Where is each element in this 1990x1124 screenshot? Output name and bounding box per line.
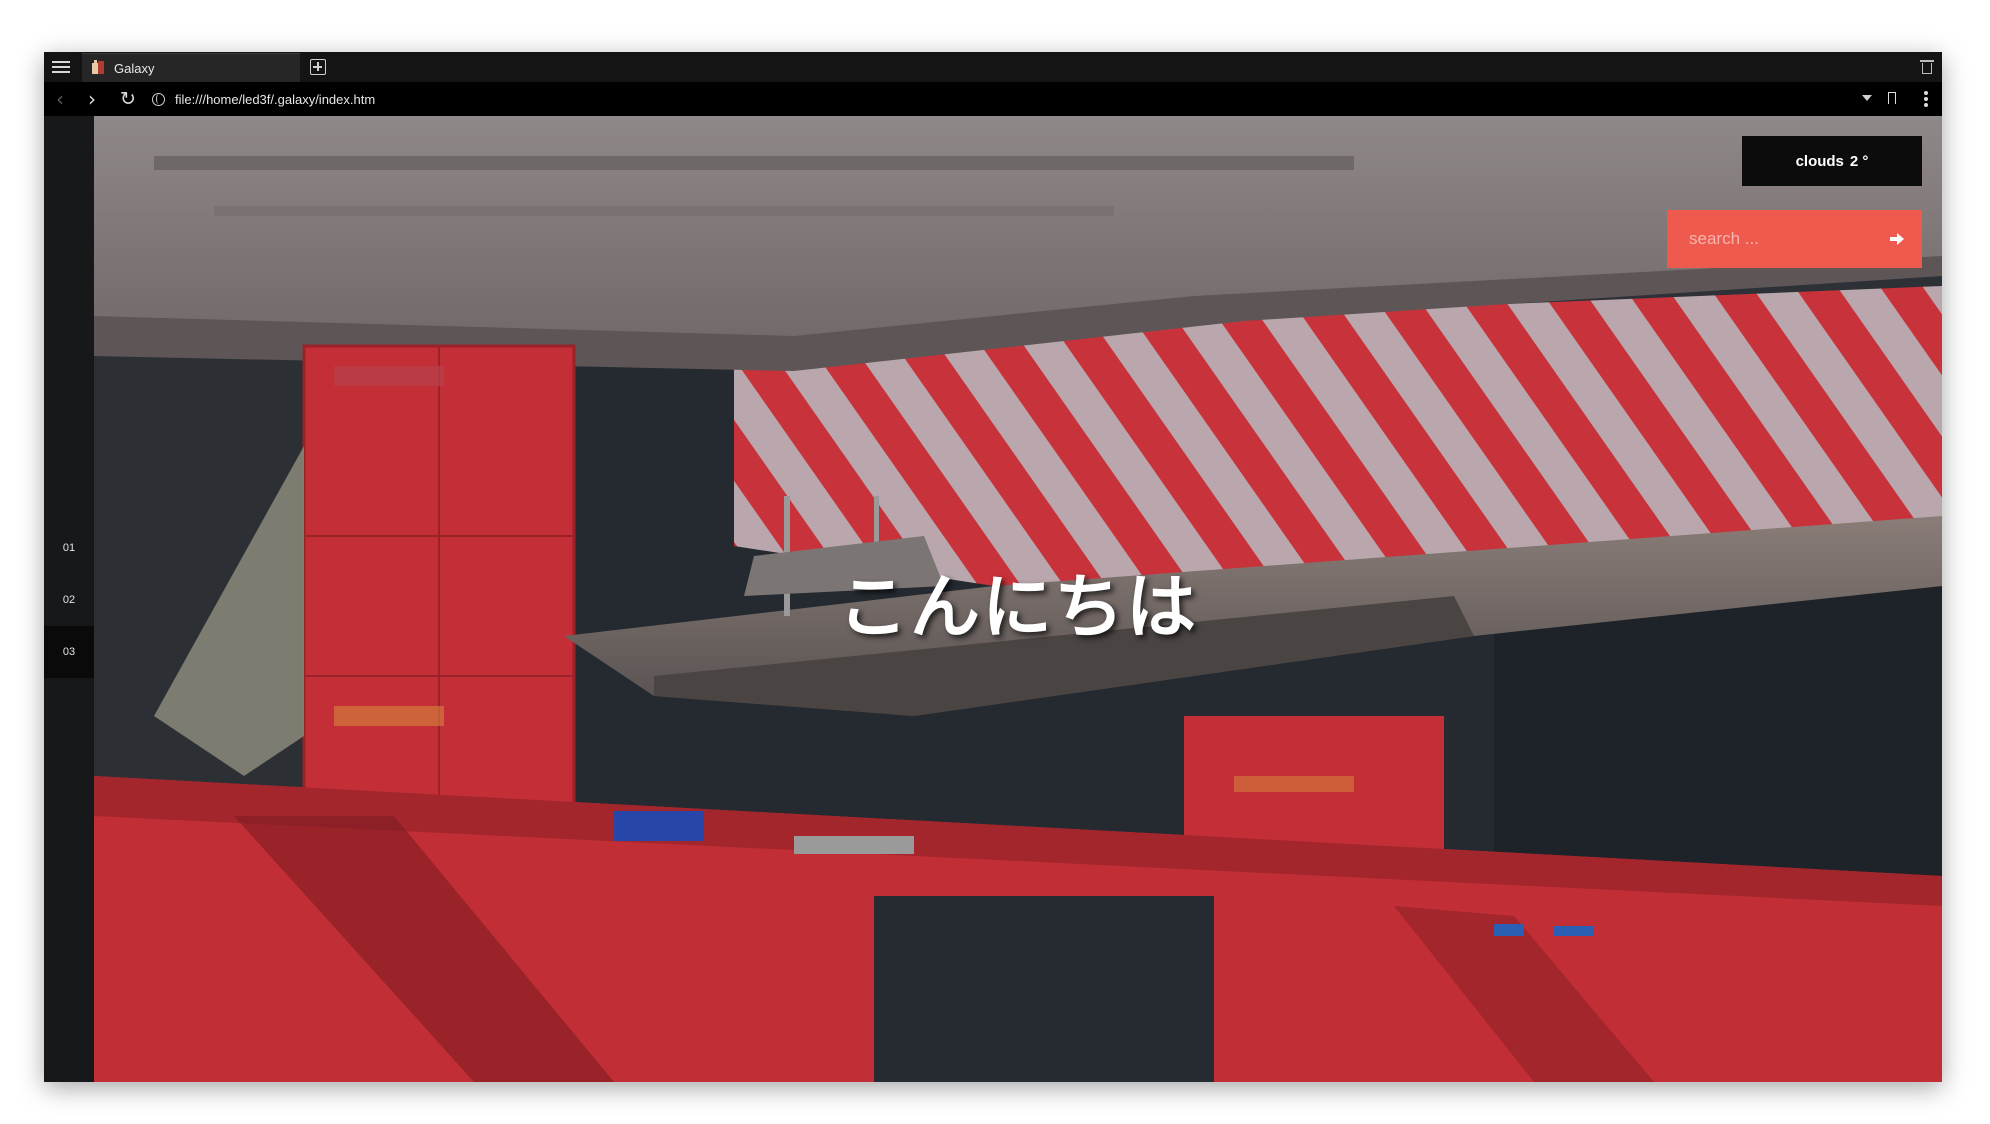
weather-widget: clouds 2 ° bbox=[1742, 136, 1922, 186]
page-content: 01 02 03 こんにちは clouds 2 ° search ... bbox=[44, 116, 1942, 1082]
tab-galaxy[interactable]: Galaxy bbox=[82, 53, 300, 82]
search-input[interactable] bbox=[1687, 228, 1881, 250]
chevron-left-icon[interactable]: ‹ bbox=[50, 89, 70, 109]
globe-icon[interactable] bbox=[152, 92, 165, 106]
arrow-right-icon[interactable] bbox=[1890, 232, 1904, 246]
weather-condition: clouds bbox=[1795, 152, 1844, 170]
hamburger-menu-icon[interactable] bbox=[52, 58, 70, 76]
reload-icon[interactable]: ↻ bbox=[118, 89, 138, 109]
navigation-bar: ‹ › ↻ file:///home/led3f/.galaxy/index.h… bbox=[44, 82, 1942, 116]
section-sidebar: 01 02 03 bbox=[44, 116, 94, 1082]
url-text[interactable]: file:///home/led3f/.galaxy/index.htm bbox=[175, 92, 375, 107]
background-artwork: こんにちは bbox=[94, 116, 1942, 1082]
tab-title: Galaxy bbox=[114, 60, 155, 76]
section-nav-item-02[interactable]: 02 bbox=[44, 574, 94, 626]
favicon-icon bbox=[90, 60, 106, 76]
address-bar[interactable]: file:///home/led3f/.galaxy/index.htm bbox=[148, 85, 1872, 113]
plus-square-icon[interactable] bbox=[310, 59, 326, 75]
chevron-right-icon[interactable]: › bbox=[82, 89, 102, 109]
greeting-heading: こんにちは bbox=[838, 566, 1198, 648]
tab-bar: Galaxy bbox=[44, 52, 1942, 82]
section-nav-label: 03 bbox=[62, 646, 76, 658]
triangle-down-icon[interactable] bbox=[1862, 95, 1872, 101]
weather-temperature: 2 ° bbox=[1849, 152, 1869, 170]
kebab-menu-icon[interactable] bbox=[1924, 91, 1928, 107]
section-nav-item-01[interactable]: 01 bbox=[44, 522, 94, 574]
search-box bbox=[1667, 210, 1922, 268]
browser-window: Galaxy ‹ › ↻ file:///home/led3f/.galaxy/… bbox=[44, 52, 1942, 1082]
section-nav-label: 01 bbox=[62, 542, 76, 554]
trash-icon[interactable] bbox=[1920, 59, 1934, 75]
section-nav-item-03[interactable]: 03 bbox=[44, 626, 94, 678]
bookmark-icon[interactable] bbox=[1888, 92, 1896, 104]
section-nav-label: 02 bbox=[62, 594, 76, 606]
